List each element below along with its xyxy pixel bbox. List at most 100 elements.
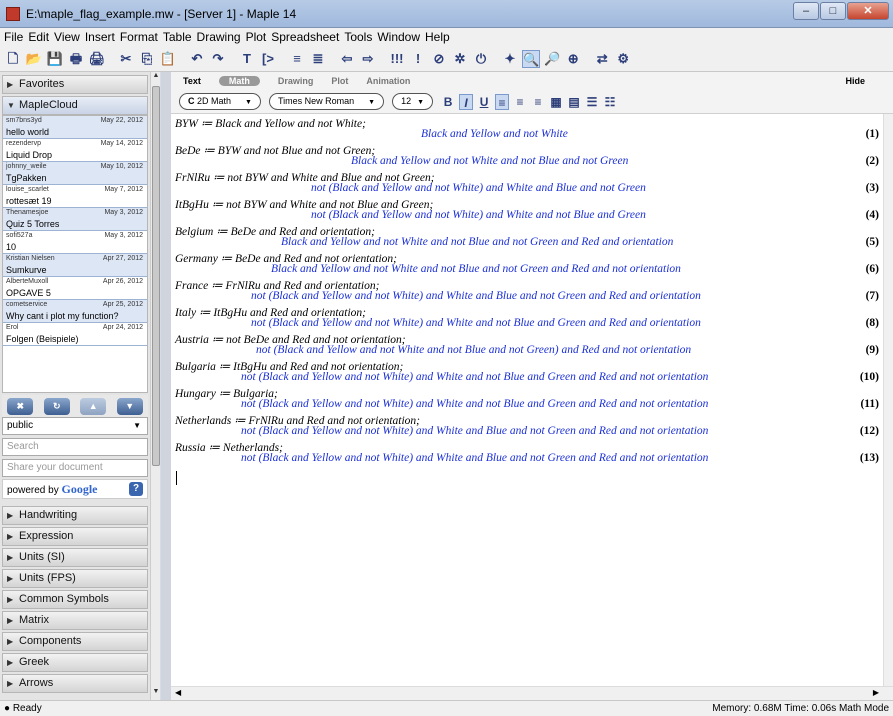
undo-icon[interactable]: ↶: [188, 50, 206, 68]
tab-text[interactable]: Text: [183, 76, 201, 86]
menu-edit[interactable]: Edit: [28, 30, 49, 44]
scroll-left-icon[interactable]: ◀: [175, 688, 181, 697]
scroll-down-icon[interactable]: ▼: [151, 688, 161, 700]
cloud-list-item[interactable]: rezendervp May 14, 2012 Liquid Drop: [3, 139, 147, 162]
math-input[interactable]: BeDe ≔ BYW and not Blue and not Green;: [175, 143, 375, 157]
help-icon[interactable]: ⚙: [614, 50, 632, 68]
align-left-icon[interactable]: ≡: [495, 93, 510, 110]
tab-drawing[interactable]: Drawing: [278, 76, 314, 86]
cloud-list-item[interactable]: johnny_weile May 10, 2012 TgPakken: [3, 162, 147, 185]
section-icon[interactable]: ≡: [288, 50, 306, 68]
menu-format[interactable]: Format: [120, 30, 158, 44]
debug-icon[interactable]: ✲: [451, 50, 469, 68]
italic-button[interactable]: I: [459, 93, 474, 110]
bold-button[interactable]: B: [441, 94, 455, 110]
cloud-list-item[interactable]: cometservice Apr 25, 2012 Why cant i plot …: [3, 300, 147, 323]
align-right-icon[interactable]: ≡: [531, 94, 545, 110]
back-icon[interactable]: ⇦: [338, 50, 356, 68]
font-select[interactable]: Times New Roman ▼: [268, 93, 385, 110]
highlight-icon[interactable]: ▤: [567, 94, 581, 110]
menu-insert[interactable]: Insert: [85, 30, 115, 44]
math-group[interactable]: Germany ≔ BeDe and Red and not orientati…: [171, 251, 883, 275]
cloud-list-item[interactable]: Erol Apr 24, 2012 Folgen (Beispiele): [3, 323, 147, 346]
palette-units-fps[interactable]: ▶ Units (FPS): [2, 569, 148, 588]
unsection-icon[interactable]: ≣: [309, 50, 327, 68]
math-input-icon[interactable]: [>: [259, 50, 277, 68]
execute-icon[interactable]: !: [409, 50, 427, 68]
question-icon[interactable]: ?: [129, 482, 143, 496]
forward-icon[interactable]: ⇨: [359, 50, 377, 68]
scroll-thumb[interactable]: [152, 86, 160, 466]
maplecloud-palette-header[interactable]: ▼ MapleCloud: [2, 96, 148, 115]
expand-icon[interactable]: ✦: [501, 50, 519, 68]
math-group[interactable]: Austria ≔ not BeDe and Red and not orien…: [171, 332, 883, 356]
math-group[interactable]: Hungary ≔ Bulgaria; not (Black and Yellow…: [171, 386, 883, 410]
palette-components[interactable]: ▶ Components: [2, 632, 148, 651]
cloud-list-item[interactable]: louise_scarlet May 7, 2012 rottesæt 19: [3, 185, 147, 208]
math-group[interactable]: Italy ≔ ItBgHu and Red and orientation; n…: [171, 305, 883, 329]
palette-units-si[interactable]: ▶ Units (SI): [2, 548, 148, 567]
worksheet-horizontal-scrollbar[interactable]: ◀ ▶: [171, 686, 893, 700]
menu-drawing[interactable]: Drawing: [197, 30, 241, 44]
zoom-200-icon[interactable]: ⊕: [564, 50, 582, 68]
stop-icon[interactable]: ⊘: [430, 50, 448, 68]
worksheet-vertical-scrollbar[interactable]: [883, 114, 893, 686]
math-group[interactable]: ItBgHu ≔ not BYW and White and not Blue …: [171, 197, 883, 221]
favorites-palette-header[interactable]: ▶ Favorites: [2, 75, 148, 94]
worksheet-content[interactable]: BYW ≔ Black and Yellow and not White; Bla…: [171, 114, 883, 686]
palette-scrollbar[interactable]: ▲ ▼: [150, 72, 160, 700]
math-group[interactable]: BYW ≔ Black and Yellow and not White; Bla…: [171, 116, 883, 140]
cloud-list-item[interactable]: Kristian Nielsen Apr 27, 2012 Sumkurve: [3, 254, 147, 277]
cloud-search-input[interactable]: Search: [2, 438, 148, 456]
font-size-select[interactable]: 12 ▼: [392, 93, 434, 110]
math-input[interactable]: BYW ≔ Black and Yellow and not White;: [175, 116, 366, 130]
paste-icon[interactable]: 📋: [159, 50, 177, 68]
zoom-150-icon[interactable]: 🔎: [543, 50, 561, 68]
print-icon[interactable]: 🖶: [67, 50, 85, 68]
copy-icon[interactable]: ⎘: [138, 50, 156, 68]
math-group[interactable]: FrNlRu ≔ not BYW and White and Blue and …: [171, 170, 883, 194]
math-group[interactable]: France ≔ FrNlRu and Red and orientation;…: [171, 278, 883, 302]
delete-icon[interactable]: ✖: [7, 397, 34, 415]
print-preview-icon[interactable]: 🖨: [88, 50, 106, 68]
palette-arrows[interactable]: ▶ Arrows: [2, 674, 148, 693]
text-color-icon[interactable]: ▦: [549, 94, 563, 110]
bullet-list-icon[interactable]: ☰: [585, 94, 599, 110]
menu-file[interactable]: File: [4, 30, 23, 44]
cloud-list-item[interactable]: sofi527a May 3, 2012 10: [3, 231, 147, 254]
tab-plot[interactable]: Plot: [331, 76, 348, 86]
menu-table[interactable]: Table: [163, 30, 192, 44]
palette-matrix[interactable]: ▶ Matrix: [2, 611, 148, 630]
share-document-input[interactable]: Share your document: [2, 459, 148, 477]
math-group[interactable]: Netherlands ≔ FrNlRu and Red and not ori…: [171, 413, 883, 437]
menu-tools[interactable]: Tools: [344, 30, 372, 44]
previous-page-icon[interactable]: ▲: [80, 397, 107, 415]
minimize-button[interactable]: –: [793, 2, 819, 20]
group-select[interactable]: public ▼: [2, 417, 148, 435]
menu-view[interactable]: View: [54, 30, 80, 44]
cloud-list-item[interactable]: sm7bns3yd May 22, 2012 hello world: [3, 116, 147, 139]
refresh-icon[interactable]: ↻: [43, 397, 70, 415]
close-button[interactable]: ✕: [847, 2, 889, 20]
restart-icon[interactable]: ⏻: [472, 50, 490, 68]
numbered-list-icon[interactable]: ☷: [603, 94, 617, 110]
palette-greek[interactable]: ▶ Greek: [2, 653, 148, 672]
open-icon[interactable]: 📂: [25, 50, 43, 68]
math-group[interactable]: BeDe ≔ BYW and not Blue and not Green; Bl…: [171, 143, 883, 167]
palette-common-symbols[interactable]: ▶ Common Symbols: [2, 590, 148, 609]
underline-button[interactable]: U: [477, 94, 491, 110]
math-group[interactable]: Bulgaria ≔ ItBgHu and Red and not orient…: [171, 359, 883, 383]
execute-all-icon[interactable]: !!!: [388, 50, 406, 68]
zoom-100-icon[interactable]: 🔍: [522, 49, 541, 68]
menu-window[interactable]: Window: [377, 30, 420, 44]
align-center-icon[interactable]: ≡: [513, 94, 527, 110]
pin-icon[interactable]: ⇄: [593, 50, 611, 68]
cut-icon[interactable]: ✂: [117, 50, 135, 68]
cloud-list-item[interactable]: AlberteMuxoll Apr 26, 2012 OPGAVE 5: [3, 277, 147, 300]
math-group[interactable]: Belgium ≔ BeDe and Red and orientation; B…: [171, 224, 883, 248]
math-group[interactable]: Russia ≔ Netherlands; not (Black and Yell…: [171, 440, 883, 464]
menu-spreadsheet[interactable]: Spreadsheet: [271, 30, 339, 44]
maximize-button[interactable]: □: [820, 2, 846, 20]
palette-handwriting[interactable]: ▶ Handwriting: [2, 506, 148, 525]
tab-math[interactable]: Math: [218, 76, 260, 86]
